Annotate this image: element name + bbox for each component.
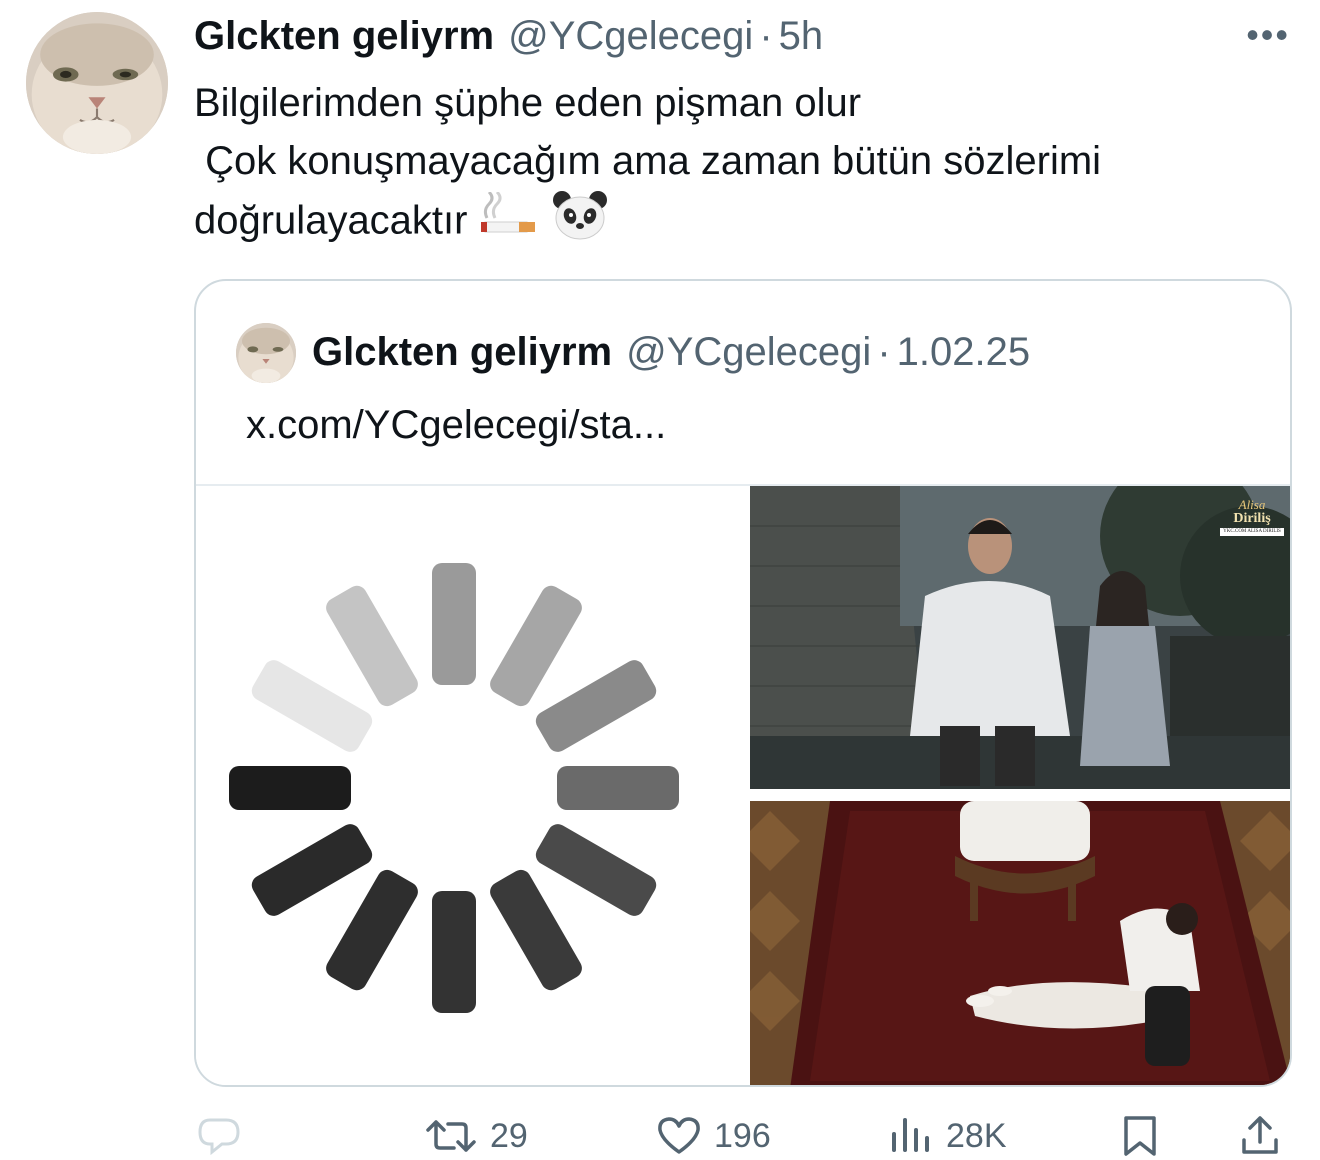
cat-photo xyxy=(26,12,168,154)
tweet-header: Glckten geliyrm @YCgelecegi · 5h xyxy=(194,12,823,60)
bookmark-icon xyxy=(1124,1116,1156,1156)
tweet-text-line: doğrulayacaktır xyxy=(194,190,1294,256)
quote-link-text[interactable]: x.com/YCgelecegi/sta... xyxy=(246,403,666,448)
scene-photo-rug[interactable] xyxy=(750,801,1290,1085)
quote-header: Glckten geliyrm @YCgelecegi · 1.02.25 xyxy=(312,327,1030,377)
retweet-icon xyxy=(426,1120,476,1152)
like-count: 196 xyxy=(714,1116,771,1155)
views-button[interactable]: 28K xyxy=(888,1112,1007,1160)
logo-line: Diriliş xyxy=(1233,511,1271,526)
separator-dot: · xyxy=(759,13,773,58)
logo-line: Alisa xyxy=(1238,497,1266,512)
media-grid: Alisa Diriliş YKC.COM ALISA DIRILIS xyxy=(196,484,1290,1085)
alisa-dirilis-logo: Alisa Diriliş YKC.COM ALISA DIRILIS xyxy=(1220,498,1284,536)
tweet-action-bar: 29 196 28K xyxy=(0,1112,1320,1160)
quote-date[interactable]: 1.02.25 xyxy=(897,330,1030,375)
smoking-emoji xyxy=(479,190,541,254)
quote-author-avatar[interactable] xyxy=(236,323,296,383)
author-avatar[interactable] xyxy=(26,12,168,154)
panda-face-emoji xyxy=(552,190,608,256)
reply-icon xyxy=(198,1118,240,1156)
tweet-timestamp[interactable]: 5h xyxy=(779,14,824,59)
scene-photo-street-graphic xyxy=(750,486,1290,789)
share-icon xyxy=(1242,1116,1278,1154)
scene-photo-rug-graphic xyxy=(750,801,1290,1085)
tweet-text-line-part: doğrulayacaktır xyxy=(194,198,468,243)
retweet-count: 29 xyxy=(490,1116,528,1155)
separator-dot: · xyxy=(877,329,891,374)
quote-author-handle[interactable]: @YCgelecegi xyxy=(626,330,871,375)
author-name[interactable]: Glckten geliyrm xyxy=(194,14,494,59)
tweet-text-line: Çok konuşmayacağım ama zaman bütün sözle… xyxy=(194,139,1102,183)
tweet-text: Bilgilerimden şüphe eden pişman olur Çok… xyxy=(194,74,1294,256)
views-count: 28K xyxy=(946,1116,1007,1155)
heart-icon xyxy=(658,1117,700,1154)
loading-spinner-image[interactable] xyxy=(196,486,738,1085)
author-handle[interactable]: @YCgelecegi xyxy=(508,14,753,59)
scene-photo-street[interactable]: Alisa Diriliş YKC.COM ALISA DIRILIS xyxy=(750,486,1290,789)
like-button[interactable]: 196 xyxy=(656,1112,771,1160)
quote-tweet-card[interactable]: Glckten geliyrm @YCgelecegi · 1.02.25 x.… xyxy=(194,279,1292,1087)
bookmark-button[interactable] xyxy=(1118,1112,1162,1160)
reply-button[interactable] xyxy=(196,1112,254,1160)
cat-photo xyxy=(236,323,296,383)
loading-spinner-icon xyxy=(229,563,679,1013)
quote-author-name[interactable]: Glckten geliyrm xyxy=(312,330,612,375)
tweet-text-line: Bilgilerimden şüphe eden pişman olur xyxy=(194,81,862,125)
share-button[interactable] xyxy=(1238,1112,1282,1160)
logo-line: YKC.COM ALISA DIRILIS xyxy=(1220,528,1284,536)
retweet-button[interactable]: 29 xyxy=(424,1112,528,1160)
views-bar-chart-icon xyxy=(892,1118,929,1152)
more-horizontal-icon[interactable]: ••• xyxy=(1246,17,1290,53)
